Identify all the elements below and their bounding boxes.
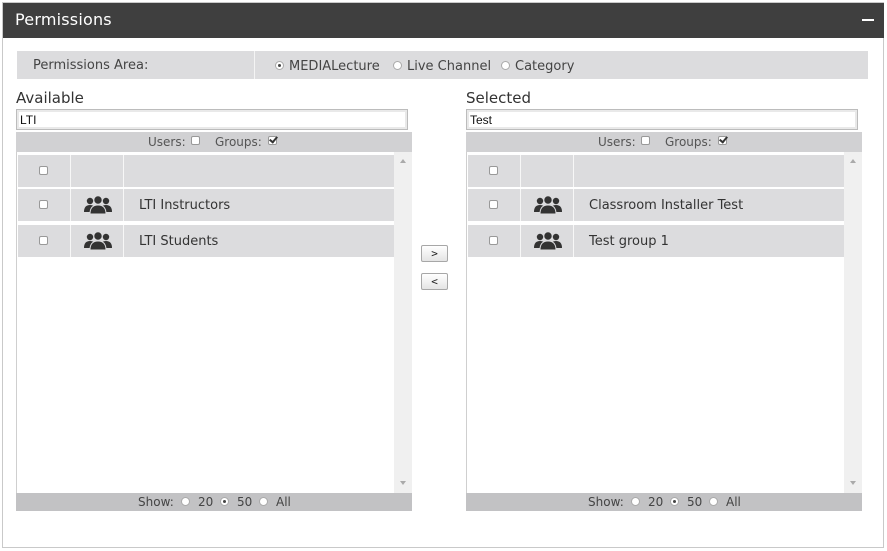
table-row[interactable]: Classroom Installer Test	[468, 189, 844, 221]
header-checkbox-cell	[18, 155, 70, 187]
scroll-up-icon[interactable]	[850, 159, 856, 163]
group-icon	[84, 195, 112, 215]
row-name-cell: LTI Instructors	[124, 189, 394, 221]
header-icon-cell	[71, 155, 123, 187]
scroll-up-icon[interactable]	[400, 159, 406, 163]
selected-filter-bar: Users: Groups:	[466, 132, 862, 152]
row-checkbox[interactable]	[39, 236, 48, 245]
select-all-checkbox[interactable]	[489, 166, 498, 175]
selected-table: Classroom Installer Test Test group 1	[466, 152, 862, 493]
show-option-label: 20	[198, 495, 214, 509]
users-filter-label: Users:	[148, 135, 186, 149]
selected-list: Users: Groups: Classroom Installer Test …	[466, 132, 862, 511]
available-search-input[interactable]	[16, 109, 408, 130]
show-option-label: 20	[648, 495, 664, 509]
collapse-icon[interactable]	[862, 19, 874, 21]
selected-search-input[interactable]	[466, 109, 858, 130]
row-checkbox[interactable]	[489, 236, 498, 245]
scroll-down-icon[interactable]	[850, 481, 856, 485]
row-checkbox-cell	[468, 189, 520, 221]
header-checkbox-cell	[468, 155, 520, 187]
area-option-label: Live Channel	[407, 59, 492, 74]
show-option-label: All	[276, 495, 291, 509]
area-option-label: MEDIALecture	[289, 59, 380, 74]
group-icon	[84, 231, 112, 251]
table-row[interactable]: Test group 1	[468, 225, 844, 257]
dialog-title: Permissions	[15, 10, 112, 29]
title-bar: Permissions	[3, 3, 884, 38]
selected-show-bar: Show: 20 50 All	[466, 493, 862, 511]
select-all-checkbox[interactable]	[39, 166, 48, 175]
permissions-area-label: Permissions Area:	[33, 58, 149, 73]
show-20-radio[interactable]	[631, 497, 640, 506]
show-option-label: All	[726, 495, 741, 509]
row-icon-cell	[71, 225, 123, 257]
available-title: Available	[16, 89, 84, 107]
row-label: Test group 1	[589, 234, 669, 249]
users-filter-checkbox[interactable]	[641, 136, 650, 145]
row-checkbox[interactable]	[39, 200, 48, 209]
available-table: LTI Instructors LTI Students	[16, 152, 412, 493]
selected-title: Selected	[466, 89, 532, 107]
header-icon-cell	[521, 155, 573, 187]
row-label: Classroom Installer Test	[589, 198, 744, 213]
available-scrollbar[interactable]	[394, 152, 412, 493]
scroll-down-icon[interactable]	[400, 481, 406, 485]
groups-filter-checkbox[interactable]	[268, 136, 277, 145]
remove-from-selected-button[interactable]: <	[421, 273, 448, 290]
row-checkbox[interactable]	[489, 200, 498, 209]
group-icon	[534, 195, 562, 215]
row-checkbox-cell	[18, 225, 70, 257]
show-option-label: 50	[237, 495, 253, 509]
row-checkbox-cell	[468, 225, 520, 257]
show-20-radio[interactable]	[181, 497, 190, 506]
show-50-radio[interactable]	[220, 497, 229, 506]
available-show-bar: Show: 20 50 All	[16, 493, 412, 511]
show-label: Show:	[588, 495, 624, 509]
table-row[interactable]: LTI Instructors	[18, 189, 394, 221]
table-row[interactable]: LTI Students	[18, 225, 394, 257]
area-option-live-channel[interactable]: Live Channel	[393, 59, 491, 74]
row-icon-cell	[521, 189, 573, 221]
users-filter-checkbox[interactable]	[191, 136, 200, 145]
row-checkbox-cell	[18, 189, 70, 221]
groups-filter-label: Groups:	[215, 135, 262, 149]
groups-filter-label: Groups:	[665, 135, 712, 149]
row-name-cell: LTI Students	[124, 225, 394, 257]
header-name-cell	[124, 155, 394, 187]
show-option-label: 50	[687, 495, 703, 509]
row-label: LTI Students	[139, 234, 219, 249]
table-header-row	[468, 155, 844, 187]
row-name-cell: Test group 1	[574, 225, 844, 257]
table-header-row	[18, 155, 394, 187]
header-name-cell	[574, 155, 844, 187]
row-label: LTI Instructors	[139, 198, 231, 213]
row-icon-cell	[71, 189, 123, 221]
selected-scrollbar[interactable]	[844, 152, 862, 493]
available-list: Users: Groups: LTI Instructors LTI Stude…	[16, 132, 412, 511]
area-option-label: Category	[515, 59, 575, 74]
divider	[254, 51, 255, 79]
groups-filter-checkbox[interactable]	[718, 136, 727, 145]
group-icon	[534, 231, 562, 251]
radio-live-channel[interactable]	[393, 60, 402, 70]
permissions-area-bar: Permissions Area: MEDIALecture Live Chan…	[17, 51, 868, 79]
area-option-category[interactable]: Category	[501, 59, 574, 74]
show-50-radio[interactable]	[670, 497, 679, 506]
row-icon-cell	[521, 225, 573, 257]
users-filter-label: Users:	[598, 135, 636, 149]
row-name-cell: Classroom Installer Test	[574, 189, 844, 221]
show-all-radio[interactable]	[709, 497, 718, 506]
area-option-medialecture[interactable]: MEDIALecture	[275, 59, 380, 74]
show-label: Show:	[138, 495, 174, 509]
radio-medialecture[interactable]	[275, 60, 284, 70]
radio-category[interactable]	[501, 60, 510, 70]
available-filter-bar: Users: Groups:	[16, 132, 412, 152]
show-all-radio[interactable]	[259, 497, 268, 506]
add-to-selected-button[interactable]: >	[421, 245, 448, 262]
